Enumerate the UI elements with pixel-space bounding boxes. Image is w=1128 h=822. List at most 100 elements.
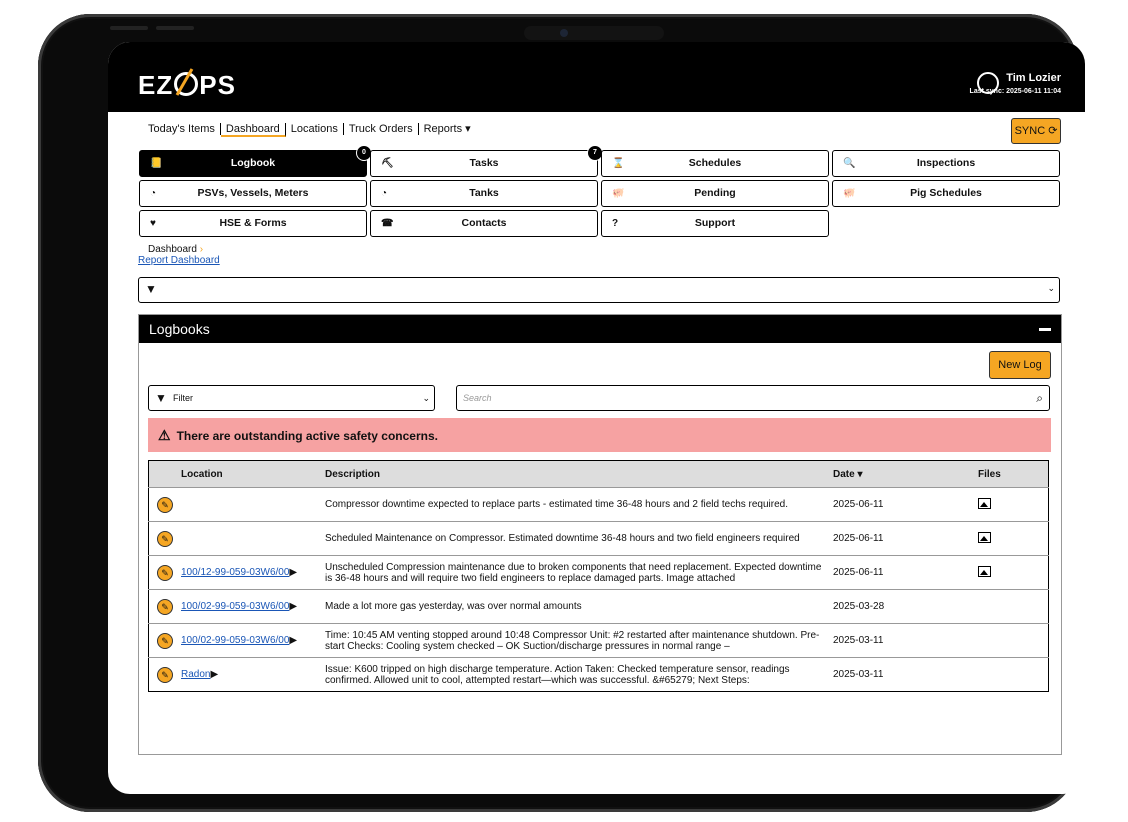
- hourglass-icon: ⌛: [612, 158, 625, 169]
- image-icon[interactable]: [978, 531, 991, 543]
- location-text: 100/02-99-059-03W6/00: [181, 635, 290, 646]
- tile-psvs[interactable]: ◔ PSVs, Vessels, Meters: [139, 180, 367, 207]
- help-icon: ?: [612, 218, 619, 229]
- table-row: ✎ Radon▶ Issue: K600 tripped on high dis…: [148, 657, 1049, 692]
- col-edit: [148, 460, 181, 488]
- nav-dashboard[interactable]: Dashboard: [220, 123, 286, 137]
- table-row: ✎ 100/02-99-059-03W6/00▶ Made a lot more…: [148, 589, 1049, 624]
- chevron-down-icon: ⌄: [422, 393, 430, 403]
- col-description[interactable]: Description: [325, 460, 833, 488]
- camera-notch: [524, 26, 664, 40]
- logbook-table: Location Description Date ▾ Files ✎ Comp…: [148, 460, 1049, 692]
- logbook-filter-select[interactable]: ▼ Filter ⌄: [148, 385, 435, 411]
- row-date: 2025-03-11: [833, 657, 978, 692]
- sort-desc-icon: ▾: [857, 468, 863, 480]
- tile-label: PSVs, Vessels, Meters: [197, 187, 309, 199]
- nav-locations[interactable]: Locations: [285, 123, 344, 135]
- panel-title: Logbooks: [149, 321, 210, 337]
- location-link[interactable]: 100/02-99-059-03W6/00: [181, 635, 289, 646]
- sync-button[interactable]: SYNC ⟳: [1011, 118, 1061, 144]
- tile-schedules[interactable]: ⌛ Schedules: [601, 150, 829, 177]
- tile-contacts[interactable]: ☎ Contacts: [370, 210, 598, 237]
- tile-label: Logbook: [230, 157, 276, 169]
- location-text: Radon: [181, 669, 211, 680]
- nav-truck-orders[interactable]: Truck Orders: [343, 123, 419, 135]
- edit-icon[interactable]: ✎: [157, 496, 173, 513]
- panel-header: Logbooks: [139, 315, 1061, 343]
- tile-tasks[interactable]: ⛏ Tasks 7: [370, 145, 603, 177]
- search-placeholder: Search: [463, 393, 492, 403]
- breadcrumb-current: Dashboard: [148, 244, 197, 255]
- new-log-button[interactable]: New Log: [989, 351, 1051, 379]
- chevron-down-icon: ⌄: [1047, 283, 1055, 293]
- col-date-label: Date: [833, 468, 855, 480]
- table-row: ✎ Scheduled Maintenance on Compressor. E…: [148, 521, 1049, 556]
- col-date[interactable]: Date ▾: [833, 460, 978, 488]
- tile-label: Support: [694, 217, 736, 229]
- search-icon[interactable]: ⌕: [1036, 386, 1043, 410]
- heart-icon: ♥: [150, 218, 156, 229]
- location-text: 100/02-99-059-03W6/00: [181, 601, 290, 612]
- tile-support[interactable]: ? Support: [601, 210, 829, 237]
- user-info[interactable]: Tim Lozier Last sync: 2025-06-11 11:04: [970, 72, 1061, 95]
- tablet-frame: EZ PS Tim Lozier Last sync: 2025-06-11 11…: [38, 14, 1085, 812]
- row-description: Issue: K600 tripped on high discharge te…: [325, 663, 790, 686]
- image-icon[interactable]: [978, 565, 991, 577]
- nav-reports[interactable]: Reports ▾: [419, 123, 476, 135]
- hardware-button: [156, 26, 194, 30]
- table-header-row: Location Description Date ▾ Files: [148, 460, 1049, 488]
- pig-icon: 🐖: [612, 188, 625, 199]
- tile-inspections[interactable]: 🔍 Inspections: [832, 150, 1060, 177]
- table-row: ✎ 100/02-99-059-03W6/00▶ Time: 10:45 AM …: [148, 623, 1049, 658]
- row-date: 2025-06-11: [833, 521, 978, 556]
- table-row: ✎ 100/12-99-059-03W6/00▶ Unscheduled Com…: [148, 555, 1049, 590]
- app-screen: EZ PS Tim Lozier Last sync: 2025-06-11 11…: [108, 42, 1085, 794]
- row-date: 2025-06-11: [833, 555, 978, 590]
- row-date: 2025-03-28: [833, 589, 978, 624]
- pig-icon: 🐖: [843, 188, 856, 199]
- caret-right-icon: ▶: [210, 669, 219, 680]
- tile-label: Pending: [694, 187, 736, 199]
- alert-text: There are outstanding active safety conc…: [176, 429, 438, 443]
- caret-right-icon: ▶: [289, 601, 298, 612]
- logo: EZ PS: [138, 70, 236, 100]
- row-description: Scheduled Maintenance on Compressor. Est…: [325, 533, 800, 544]
- nav-todays-items[interactable]: Today's Items: [143, 123, 221, 135]
- tile-label: Tanks: [469, 187, 499, 199]
- edit-icon[interactable]: ✎: [157, 530, 173, 547]
- search-input[interactable]: Search ⌕: [456, 385, 1050, 411]
- tile-label: Pig Schedules: [910, 187, 982, 199]
- top-nav: Today's Items Dashboard Locations Truck Ord…: [143, 122, 476, 137]
- edit-icon[interactable]: ✎: [157, 666, 173, 683]
- col-location[interactable]: Location: [181, 460, 325, 488]
- location-link[interactable]: 100/12-99-059-03W6/00: [181, 567, 289, 578]
- filter-icon: ▼: [145, 282, 157, 296]
- report-dashboard-link[interactable]: Report Dashboard: [138, 255, 220, 266]
- image-icon[interactable]: [978, 497, 991, 509]
- location-link[interactable]: Radon: [181, 669, 210, 680]
- edit-icon[interactable]: ✎: [157, 564, 173, 581]
- gauge-icon: ◔: [381, 188, 388, 199]
- tile-pig-schedules[interactable]: 🐖 Pig Schedules: [832, 180, 1060, 207]
- breadcrumb: Dashboard ›: [148, 244, 203, 255]
- tile-pending[interactable]: 🐖 Pending: [601, 180, 829, 207]
- location-link[interactable]: 100/02-99-059-03W6/00: [181, 601, 289, 612]
- edit-icon[interactable]: ✎: [157, 632, 173, 649]
- edit-icon[interactable]: ✎: [157, 598, 173, 615]
- global-filter-dropdown[interactable]: ▼ ⌄: [138, 277, 1060, 303]
- row-date: 2025-06-11: [833, 487, 978, 522]
- row-description: Unscheduled Compression maintenance due …: [325, 561, 822, 584]
- location-text: 100/12-99-059-03W6/00: [181, 567, 290, 578]
- chevron-right-icon: ›: [199, 244, 204, 255]
- safety-alert: ⚠ There are outstanding active safety con…: [148, 418, 1051, 452]
- tile-logbook[interactable]: 📒 Logbook 0: [139, 145, 372, 177]
- app-header: EZ PS Tim Lozier Last sync: 2025-06-11 11…: [108, 42, 1085, 112]
- collapse-icon[interactable]: [1039, 328, 1051, 331]
- tile-hse-forms[interactable]: ♥ HSE & Forms: [139, 210, 367, 237]
- tile-label: Schedules: [688, 157, 742, 169]
- gauge-icon: ◔: [150, 188, 157, 199]
- phone-icon: ☎: [381, 218, 394, 229]
- caret-right-icon: ▶: [289, 567, 298, 578]
- col-files[interactable]: Files: [978, 460, 1049, 488]
- tile-tanks[interactable]: ◔ Tanks: [370, 180, 598, 207]
